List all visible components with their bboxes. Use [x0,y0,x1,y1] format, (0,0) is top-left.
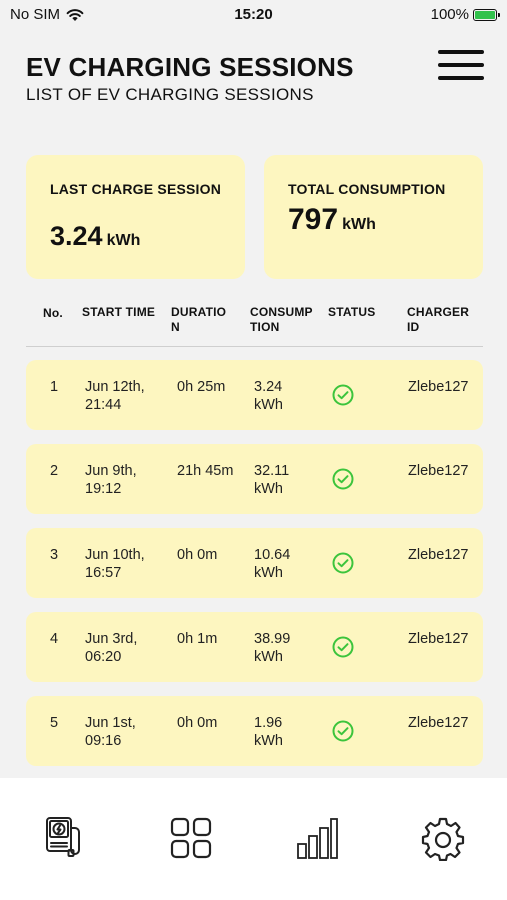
total-consumption-value: 797 kWh [288,203,376,237]
hamburger-menu-icon[interactable] [438,50,484,80]
row-charger-id: Zlebe127 [408,463,469,479]
row-duration: 0h 0m [177,715,218,731]
table-row[interactable]: 5 Jun 1st, 09:16 0h 0m 1.96 kWh Zlebe127 [26,696,483,766]
page-subtitle: LIST OF EV CHARGING SESSIONS [26,85,314,104]
battery-icon [473,8,500,21]
last-session-card: LAST CHARGE SESSION 3.24 kWh [26,155,245,279]
row-start-time: Jun 1st, 09:16 [85,715,136,749]
row-duration: 21h 45m [177,463,234,479]
table-header-divider [26,346,483,347]
check-circle-icon [332,636,354,658]
battery-percent: 100% [430,6,469,23]
row-number: 5 [50,715,59,731]
row-charger-id: Zlebe127 [408,715,469,731]
row-start-time: Jun 12th, 21:44 [85,379,145,413]
check-circle-icon [332,552,354,574]
status-right: 100% [430,6,500,23]
column-header-charger-id: CHARGER ID [407,305,470,334]
row-charger-id: Zlebe127 [408,631,469,647]
row-consumption: 32.11 kWh [254,463,290,497]
row-number: 2 [50,463,59,479]
last-session-label: LAST CHARGE SESSION [50,181,222,197]
table-row[interactable]: 2 Jun 9th, 19:12 21h 45m 32.11 kWh Zlebe… [26,444,483,514]
row-consumption: 38.99 kWh [254,631,291,665]
row-duration: 0h 0m [177,547,218,563]
total-consumption-unit: kWh [342,216,376,233]
check-circle-icon [332,468,354,490]
table-row[interactable]: 4 Jun 3rd, 06:20 0h 1m 38.99 kWh Zlebe12… [26,612,483,682]
column-header-status: STATUS [328,305,376,319]
row-duration: 0h 1m [177,631,218,647]
row-start-time: Jun 9th, 19:12 [85,463,137,497]
row-duration: 0h 25m [177,379,226,395]
row-number: 4 [50,631,59,647]
table-row[interactable]: 1 Jun 12th, 21:44 0h 25m 3.24 kWh Zlebe1… [26,360,483,430]
settings-gear-icon[interactable] [417,812,469,864]
total-consumption-number: 797 [288,203,339,236]
row-charger-id: Zlebe127 [408,547,469,563]
row-consumption: 1.96 kWh [254,715,283,749]
row-start-time: Jun 10th, 16:57 [85,547,145,581]
column-header-duration: DURATIO N [171,305,227,334]
page-title: EV CHARGING SESSIONS [26,52,354,82]
column-header-no: No. [43,306,63,320]
total-consumption-card: TOTAL CONSUMPTION 797 kWh [264,155,483,279]
column-header-consumption: CONSUMP TION [250,305,313,334]
check-circle-icon [332,720,354,742]
last-session-number: 3.24 [50,221,103,251]
row-consumption: 3.24 kWh [254,379,283,413]
dashboard-grid-icon[interactable] [165,812,217,864]
last-session-value: 3.24 kWh [50,221,140,252]
statistics-bars-icon[interactable] [291,812,343,864]
check-circle-icon [332,384,354,406]
total-consumption-label: TOTAL CONSUMPTION [288,181,446,197]
row-consumption: 10.64 kWh [254,547,291,581]
column-header-start-time: START TIME [82,305,156,319]
row-number: 3 [50,547,59,563]
row-start-time: Jun 3rd, 06:20 [85,631,138,665]
last-session-unit: kWh [106,232,141,249]
table-row[interactable]: 3 Jun 10th, 16:57 0h 0m 10.64 kWh Zlebe1… [26,528,483,598]
bottom-navigation [0,778,507,900]
row-charger-id: Zlebe127 [408,379,469,395]
row-number: 1 [50,379,59,395]
status-bar: No SIM 15:20 100% [0,0,507,30]
charger-icon[interactable] [38,812,90,864]
